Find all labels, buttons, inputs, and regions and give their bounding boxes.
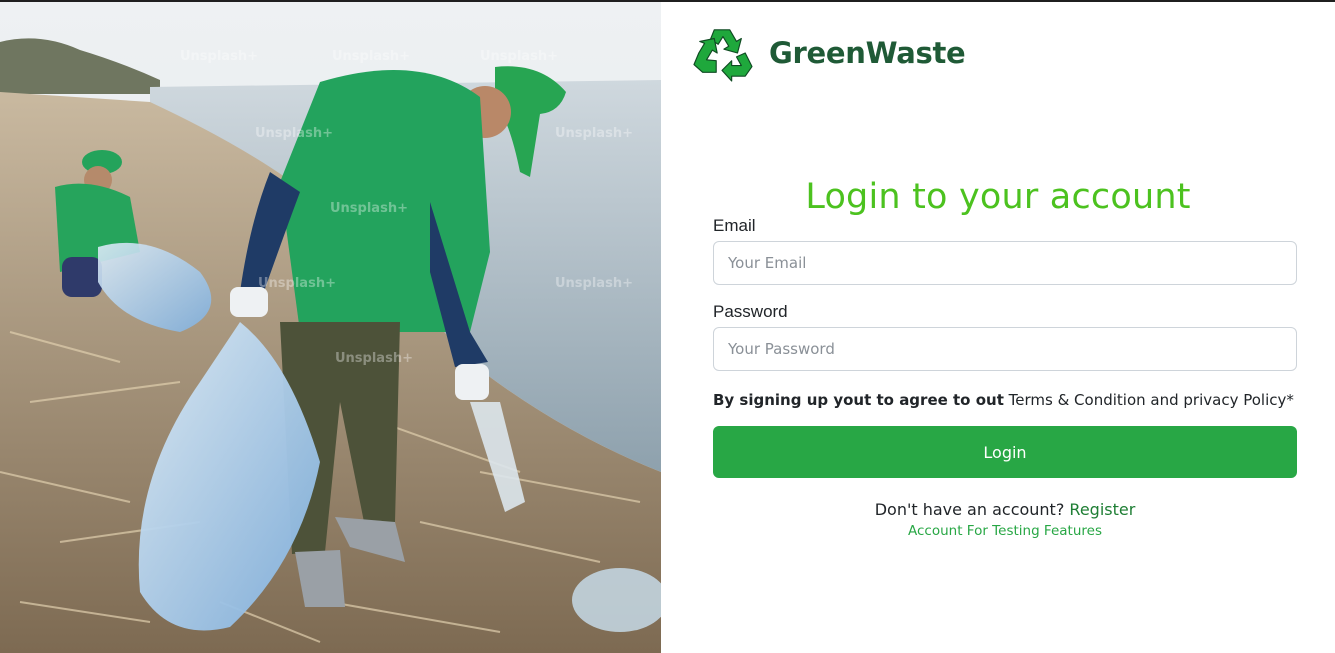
password-group: Password <box>713 302 1297 371</box>
register-link[interactable]: Register <box>1069 500 1135 519</box>
login-button[interactable]: Login <box>713 426 1297 478</box>
watermark: Unsplash+ <box>258 276 336 291</box>
login-panel: GreenWaste Login to your account Email P… <box>661 2 1335 653</box>
testing-account-link[interactable]: Account For Testing Features <box>713 523 1297 539</box>
watermark: Unsplash+ <box>332 49 410 64</box>
watermark: Unsplash+ <box>555 126 633 141</box>
register-prompt: Don't have an account? Register <box>713 500 1297 519</box>
terms-bold-text: By signing up yout to agree to out <box>713 391 1004 409</box>
email-group: Email <box>713 216 1297 285</box>
hero-photo: Unsplash+ Unsplash+ Unsplash+ Unsplash+ … <box>0 2 661 653</box>
login-form: Email Password By signing up yout to agr… <box>713 216 1297 539</box>
watermark: Unsplash+ <box>180 49 258 64</box>
beach-cleanup-illustration: Unsplash+ Unsplash+ Unsplash+ Unsplash+ … <box>0 2 661 653</box>
watermark: Unsplash+ <box>335 351 413 366</box>
password-field[interactable] <box>713 327 1297 371</box>
password-label: Password <box>713 302 788 321</box>
no-account-text: Don't have an account? <box>874 500 1065 519</box>
page-title: Login to your account <box>805 177 1191 218</box>
terms-notice: By signing up yout to agree to out Terms… <box>713 391 1297 409</box>
terms-link-text: Terms & Condition and privacy Policy* <box>1008 391 1294 409</box>
email-label: Email <box>713 216 756 235</box>
watermark: Unsplash+ <box>330 201 408 216</box>
watermark: Unsplash+ <box>480 49 558 64</box>
watermark: Unsplash+ <box>555 276 633 291</box>
recycle-icon <box>693 29 753 82</box>
brand-name: GreenWaste <box>769 36 966 70</box>
brand: GreenWaste <box>691 24 966 82</box>
email-field[interactable] <box>713 241 1297 285</box>
watermark: Unsplash+ <box>255 126 333 141</box>
